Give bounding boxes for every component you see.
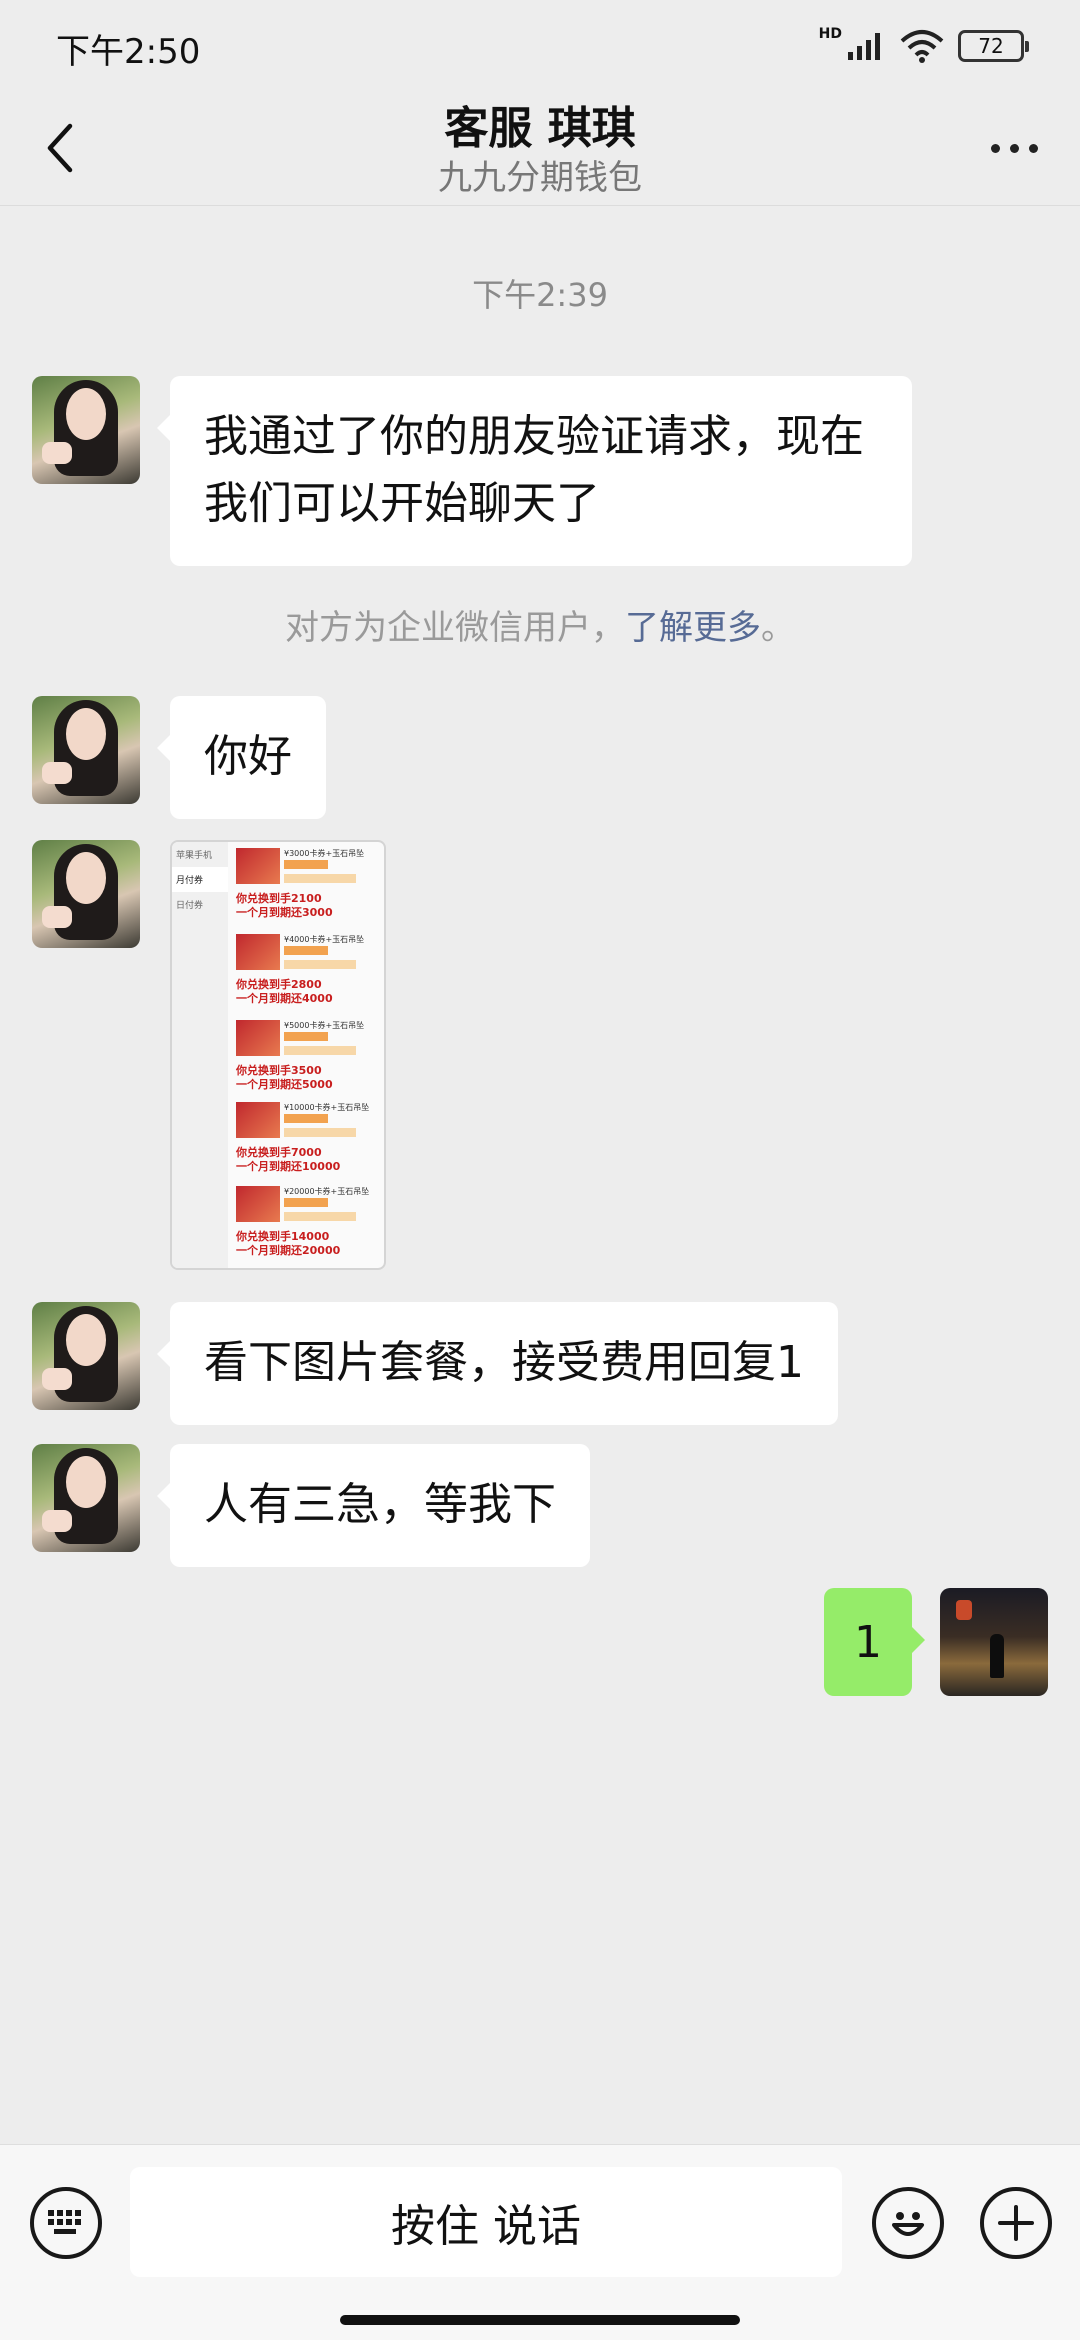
home-indicator[interactable] xyxy=(340,2315,740,2325)
image-sidebar-item: 日付券 xyxy=(176,901,204,911)
message-bubble[interactable]: 人有三急，等我下 xyxy=(157,1444,590,1567)
network-type-label: HD xyxy=(818,26,842,42)
image-plan-card: ¥20000卡券+玉石吊坠 你兑换到手14000 一个月到期还20000 xyxy=(236,1186,382,1266)
self-message-bubble[interactable]: 1 xyxy=(824,1588,925,1696)
message-timestamp: 下午2:39 xyxy=(472,276,608,314)
plan-title: ¥5000卡券+玉石吊坠 xyxy=(284,1021,365,1030)
more-button[interactable] xyxy=(976,120,1052,176)
plan-title: ¥4000卡券+玉石吊坠 xyxy=(284,935,365,944)
hold-to-talk-button[interactable]: 按住 说话 xyxy=(130,2167,842,2277)
status-time: 下午2:50 xyxy=(56,32,201,72)
keyboard-icon xyxy=(48,2210,81,2234)
plus-icon xyxy=(998,2205,1034,2241)
plan-title: ¥3000卡券+玉石吊坠 xyxy=(284,849,365,858)
self-avatar[interactable] xyxy=(940,1588,1048,1696)
status-bar: 下午2:50 HD 72 xyxy=(0,0,1080,90)
more-dots-icon xyxy=(990,143,1000,153)
plan-title: ¥20000卡券+玉石吊坠 xyxy=(284,1187,370,1196)
keyboard-toggle-button[interactable] xyxy=(30,2187,102,2259)
battery-icon: 72 xyxy=(958,30,1029,62)
plan-repay: 一个月到期还5000 xyxy=(236,1078,333,1091)
plan-repay: 一个月到期还4000 xyxy=(236,992,333,1005)
image-sidebar-item: 月付券 xyxy=(172,867,228,892)
plan-repay: 一个月到期还10000 xyxy=(236,1160,341,1173)
image-plan-card: ¥5000卡券+玉石吊坠 你兑换到手3500 一个月到期还5000 xyxy=(236,1020,382,1100)
emoji-button[interactable] xyxy=(872,2187,944,2259)
image-plan-card: ¥4000卡券+玉石吊坠 你兑换到手2800 一个月到期还4000 xyxy=(236,934,382,1014)
more-functions-button[interactable] xyxy=(980,2187,1052,2259)
contact-avatar[interactable] xyxy=(32,1302,140,1410)
system-note-text: 对方为企业微信用户， xyxy=(285,608,625,648)
image-sidebar-item: 苹果手机 xyxy=(176,851,213,861)
emoji-icon xyxy=(892,2212,924,2236)
plan-repay: 一个月到期还3000 xyxy=(236,906,333,919)
contact-avatar[interactable] xyxy=(32,696,140,804)
battery-level: 72 xyxy=(978,34,1004,58)
chat-subtitle: 九九分期钱包 xyxy=(438,158,642,198)
image-message[interactable]: 苹果手机 月付券 日付券 ¥3000卡券+玉石吊坠 你兑换到手2100 一个月到… xyxy=(170,840,386,1270)
system-note-suffix: 。 xyxy=(761,608,795,648)
plan-repay: 一个月到期还20000 xyxy=(236,1244,341,1257)
image-plan-card: ¥10000卡券+玉石吊坠 你兑换到手7000 一个月到期还10000 xyxy=(236,1102,382,1182)
chat-header: 客服 琪琪 九九分期钱包 xyxy=(0,90,1080,206)
message-bubble[interactable]: 看下图片套餐，接受费用回复1 xyxy=(157,1302,838,1425)
input-bar: 按住 说话 xyxy=(0,2144,1080,2340)
image-plan-card: ¥3000卡券+玉石吊坠 你兑换到手2100 一个月到期还3000 xyxy=(236,848,382,928)
system-note: 对方为企业微信用户，了解更多。 xyxy=(0,600,1080,649)
image-sidebar: 苹果手机 月付券 日付券 xyxy=(172,842,228,1268)
more-dots-icon xyxy=(1009,143,1019,153)
status-icons: HD 72 xyxy=(818,26,1029,66)
message-bubble[interactable]: 你好 xyxy=(157,696,326,819)
contact-avatar[interactable] xyxy=(32,1444,140,1552)
chat-title: 客服 琪琪 xyxy=(444,103,636,154)
plan-title: ¥10000卡券+玉石吊坠 xyxy=(284,1103,370,1112)
signal-icon xyxy=(848,33,880,60)
learn-more-link[interactable]: 了解更多 xyxy=(625,608,761,648)
contact-avatar[interactable] xyxy=(32,376,140,484)
contact-avatar[interactable] xyxy=(32,840,140,948)
more-dots-icon xyxy=(1028,143,1038,153)
message-bubble[interactable]: 我通过了你的朋友验证请求，现在我们可以开始聊天了 xyxy=(157,376,912,566)
wifi-icon xyxy=(900,30,944,63)
